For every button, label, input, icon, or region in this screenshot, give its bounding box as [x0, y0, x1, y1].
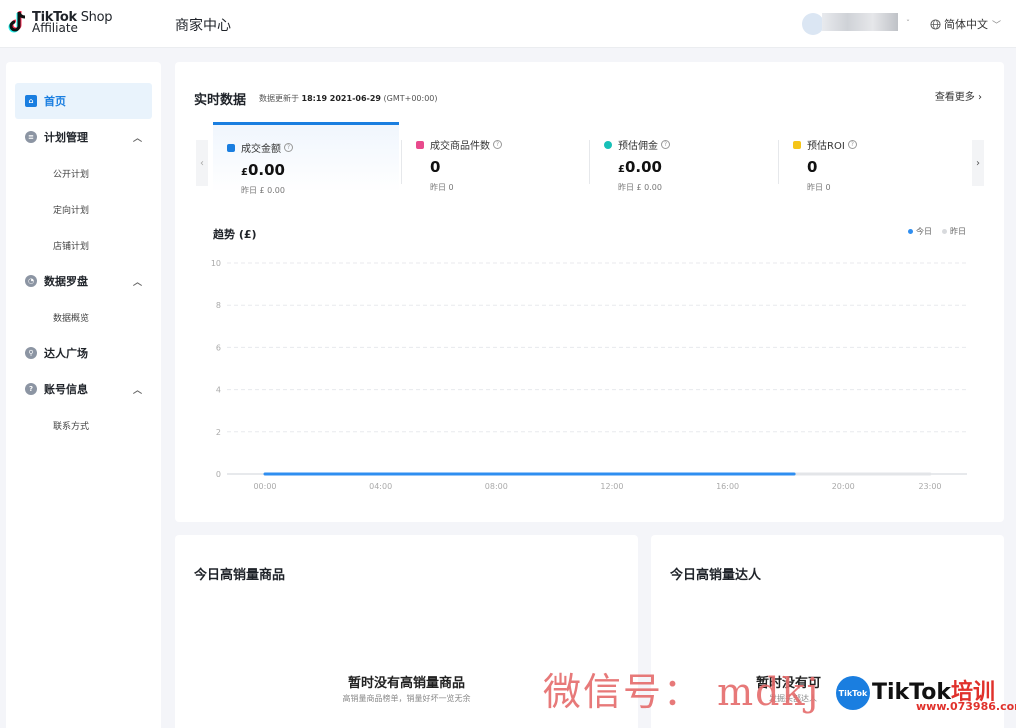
info-icon: ?	[25, 383, 37, 395]
home-icon: ⌂	[25, 95, 37, 107]
tiktok-shop-affiliate-logo[interactable]: TikTok Shop Affiliate	[8, 10, 113, 36]
sidebar-item-label: 数据罗盘	[44, 275, 88, 288]
tiktok-logo-icon	[8, 10, 28, 36]
sidebar-item-creator-plaza[interactable]: ⚲ 达人广场	[15, 335, 152, 371]
page-title: 商家中心	[175, 18, 231, 34]
x-tick-label: 23:00	[918, 482, 941, 491]
sidebar-item-account-info[interactable]: ? 账号信息 ︿	[15, 371, 152, 407]
x-tick-label: 08:00	[485, 482, 508, 491]
sidebar-subitem-targeted-plan[interactable]: 定向计划	[53, 203, 89, 216]
top-header: TikTok Shop Affiliate 商家中心 ˇ 简体中文 ﹀	[0, 0, 1016, 48]
sidebar-item-plan-management[interactable]: ≡ 计划管理 ︿	[15, 119, 152, 155]
chevron-up-icon: ︿	[132, 134, 142, 144]
avatar[interactable]	[802, 13, 824, 35]
sidebar-item-data-compass[interactable]: ◔ 数据罗盘 ︿	[15, 263, 152, 299]
top-creators-title: 今日高销量达人	[670, 568, 762, 583]
y-tick-label: 10	[211, 259, 221, 268]
sidebar-item-label: 账号信息	[44, 383, 88, 396]
trend-line-chart: 0 2 4 6 8 10 00:00 04:00 08:00 12:00 16:00 20:00 23:…	[211, 259, 967, 491]
watermark-url: www.073986.com	[916, 700, 1016, 713]
chevron-up-icon: ︿	[132, 278, 142, 288]
y-tick-label: 0	[216, 470, 221, 479]
search-person-icon: ⚲	[25, 347, 37, 359]
globe-icon	[930, 18, 941, 30]
y-tick-label: 8	[216, 301, 221, 310]
x-tick-label: 12:00	[600, 482, 623, 491]
chevron-up-icon: ︿	[132, 386, 142, 396]
sidebar-subitem-public-plan[interactable]: 公开计划	[53, 167, 89, 180]
language-label: 简体中文	[944, 18, 988, 31]
chevron-down-icon: ﹀	[992, 20, 1002, 31]
language-selector[interactable]: 简体中文 ﹀	[930, 16, 1001, 32]
sidebar: ⌂ 首页 ≡ 计划管理 ︿ 公开计划 定向计划 店铺计划 ◔ 数据罗盘 ︿ 数据…	[6, 62, 161, 728]
sidebar-subitem-contact[interactable]: 联系方式	[53, 419, 89, 432]
wechat-watermark: 微信号： mdkj	[543, 670, 821, 714]
plan-icon: ≡	[25, 131, 37, 143]
sidebar-item-label: 达人广场	[44, 347, 88, 360]
sidebar-item-label: 首页	[44, 95, 66, 108]
logo-text-shop: Shop	[76, 10, 113, 25]
sidebar-subitem-data-overview[interactable]: 数据概览	[53, 311, 89, 324]
username-blurred[interactable]	[822, 13, 898, 31]
y-tick-label: 4	[216, 386, 221, 395]
x-tick-label: 16:00	[716, 482, 739, 491]
y-tick-label: 6	[216, 343, 221, 352]
account-dropdown-icon[interactable]: ˇ	[906, 19, 910, 28]
x-tick-label: 00:00	[253, 482, 276, 491]
top-products-title: 今日高销量商品	[194, 568, 286, 583]
sidebar-item-home[interactable]: ⌂ 首页	[15, 83, 152, 119]
sidebar-subitem-store-plan[interactable]: 店铺计划	[53, 239, 89, 252]
x-tick-label: 04:00	[369, 482, 392, 491]
realtime-data-card: 实时数据 数据更新于 18:19 2021-06-29 (GMT+00:00) …	[175, 62, 1004, 522]
x-tick-label: 20:00	[832, 482, 855, 491]
sidebar-item-label: 计划管理	[44, 131, 88, 144]
tiktok-badge-logo: TikTok	[836, 676, 870, 710]
compass-icon: ◔	[25, 275, 37, 287]
y-tick-label: 2	[216, 428, 221, 437]
